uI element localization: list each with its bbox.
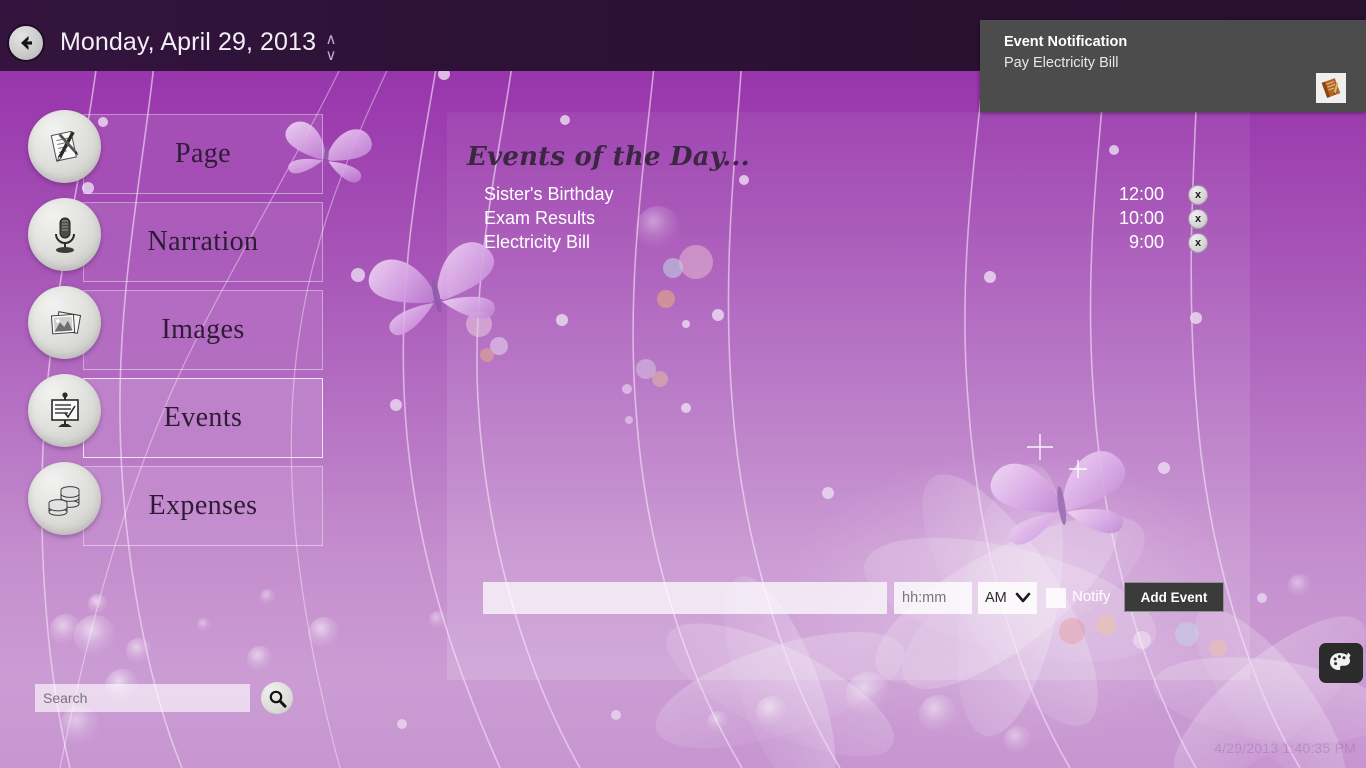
timestamp-watermark: 4/29/2013 1:40:35 PM [1214,740,1356,756]
event-row: Electricity Bill 9:00 x [484,232,1214,256]
add-event-button[interactable]: Add Event [1124,582,1224,612]
delete-event-button[interactable]: x [1188,233,1208,253]
photos-icon [28,286,101,359]
paint-palette-icon [1328,650,1354,676]
add-event-form: AM PM Notify Add Event [483,582,1218,614]
sidebar-item-label: Expenses [149,490,258,522]
page-title: Monday, April 29, 2013 [60,28,316,57]
event-time: 10:00 [1084,208,1164,229]
sidebar-plate: Events [83,378,323,458]
event-time: 12:00 [1084,184,1164,205]
event-name: Exam Results [484,208,595,229]
event-notification-toast[interactable]: Event Notification Pay Electricity Bill [980,20,1366,112]
magnifier-icon [268,689,287,708]
delete-event-button[interactable]: x [1188,209,1208,229]
sidebar-plate: Expenses [83,466,323,546]
event-time-input[interactable] [894,582,972,614]
ampm-select[interactable]: AM PM [978,582,1037,614]
events-list: Sister's Birthday 12:00 x Exam Results 1… [484,184,1214,256]
search-input[interactable] [35,684,250,712]
sidebar-nav: Page [0,110,340,550]
event-row: Exam Results 10:00 x [484,208,1214,232]
app-root: Monday, April 29, 2013 ∧ ∨ Event Notific… [0,0,1366,768]
notification-message: Pay Electricity Bill [1004,55,1118,71]
sidebar-item-label: Narration [148,226,259,258]
notify-checkbox[interactable] [1046,588,1066,608]
notification-title: Event Notification [1004,34,1127,50]
microphone-icon [28,198,101,271]
sidebar-item-page[interactable]: Page [0,110,340,198]
event-row: Sister's Birthday 12:00 x [484,184,1214,208]
presentation-icon [28,374,101,447]
event-name-input[interactable] [483,582,887,614]
sidebar-item-events[interactable]: Events [0,374,340,462]
coins-icon [28,462,101,535]
note-book-icon [1316,73,1346,103]
sidebar-item-label: Events [164,402,243,434]
back-arrow-icon [15,32,37,54]
sidebar-plate: Narration [83,202,323,282]
notify-label: Notify [1072,588,1110,605]
date-stepper[interactable]: ∧ ∨ [320,26,342,70]
back-button[interactable] [7,24,45,62]
sidebar-item-label: Page [175,138,231,170]
event-name: Sister's Birthday [484,184,613,205]
panel-title: Events of the Day... [467,142,750,172]
event-name: Electricity Bill [484,232,590,253]
date-stepper-up[interactable]: ∧ [326,32,337,48]
date-stepper-down[interactable]: ∨ [326,48,337,64]
sidebar-item-images[interactable]: Images [0,286,340,374]
theme-button[interactable] [1319,643,1363,683]
sidebar-plate: Page [83,114,323,194]
delete-event-button[interactable]: x [1188,185,1208,205]
sidebar-item-label: Images [161,314,244,346]
search-button[interactable] [261,682,293,714]
event-time: 9:00 [1084,232,1164,253]
events-panel: Events of the Day... Sister's Birthday 1… [447,112,1250,680]
sidebar-item-expenses[interactable]: Expenses [0,462,340,550]
pen-and-paper-icon [28,110,101,183]
sidebar-plate: Images [83,290,323,370]
sidebar-item-narration[interactable]: Narration [0,198,340,286]
